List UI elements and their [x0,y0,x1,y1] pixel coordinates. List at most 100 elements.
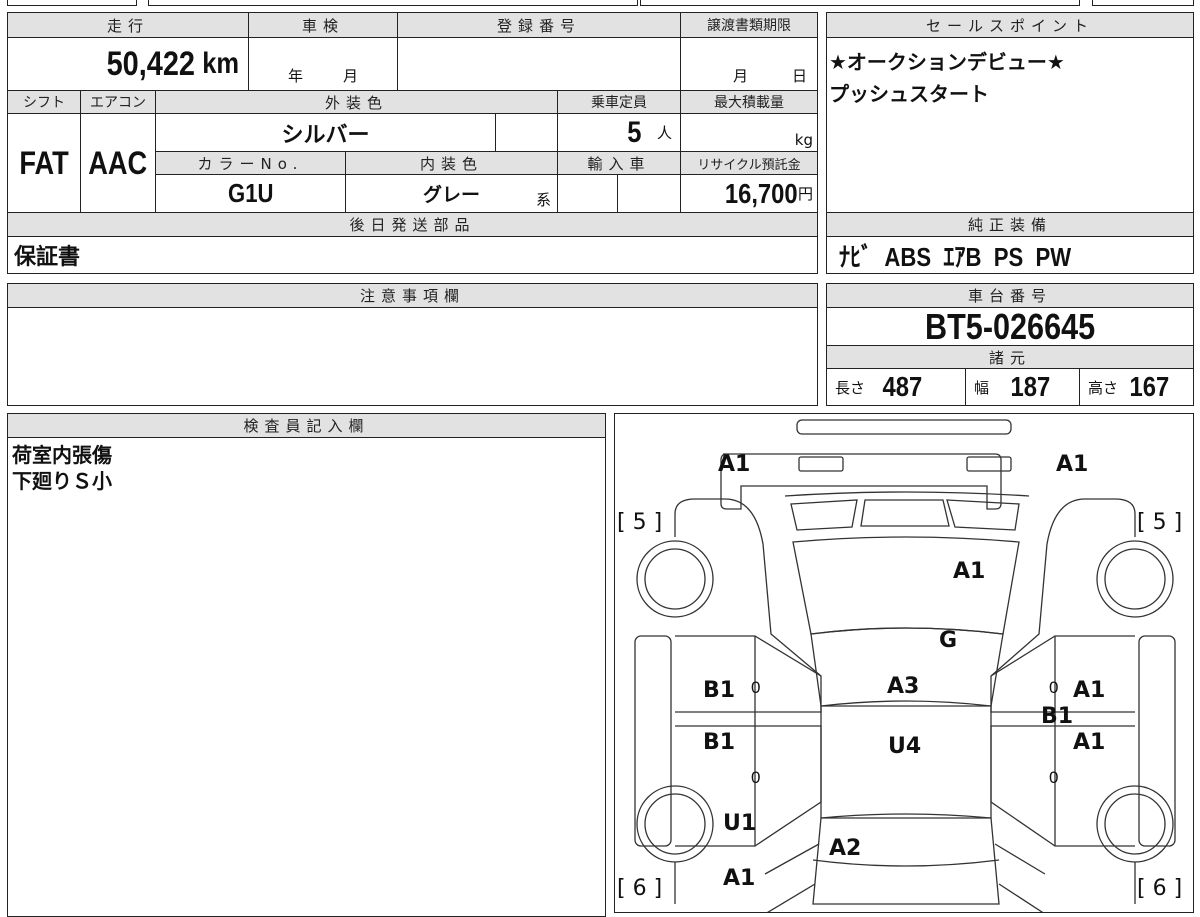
inspector-note: 荷室内張傷 [12,443,112,467]
height-label: 高さ [1088,378,1119,397]
recycle-fee-value: 16,700 円 [680,174,818,213]
registration-header: 登録番号 [397,12,681,38]
sales-point-line: プッシュスタート [829,82,989,106]
sales-point-line: ★オークションデビュー★ [829,50,1065,74]
registration-value [397,37,681,91]
damage-mark: G [939,628,958,653]
damage-mark: A1 [953,559,986,584]
damage-mark: A1 [1073,678,1106,703]
equipment-value: ﾅﾋﾞ ABS ｴｱB PS PW [826,236,1194,274]
seats-number: 5 [627,115,642,149]
chassis-number-text: BT5-026645 [924,307,1096,346]
interior-suffix: 系 [535,191,551,209]
damage-mark: B1 [703,730,736,755]
length-cell: 長さ 487 [826,368,966,406]
interior-color-value: グレー 系 [345,174,558,213]
load-unit: kg [794,131,813,149]
month-label: 月 [343,67,359,85]
mileage-unit: km [201,47,239,80]
inspector-header: 検査員記入欄 [7,413,606,438]
equipment-text: ﾅﾋﾞ ABS ｴｱB PS PW [839,241,1072,272]
tire-depth-mark: [ 6 ] [617,876,663,901]
car-outline-icon [634,419,1176,912]
exterior-color-extra [495,113,558,152]
damage-mark: 0 [1049,678,1059,697]
ac-value: AAC [80,113,156,213]
exterior-color-text: シルバー [281,122,370,148]
length-label: 長さ [835,378,866,397]
damage-mark: A1 [1073,730,1106,755]
damage-mark: 0 [751,678,761,697]
damage-mark: B1 [1041,704,1074,729]
month-label: 月 [732,67,748,85]
width-label: 幅 [974,378,990,397]
year-label: 年 [287,67,303,85]
shift-value: FAT [7,113,81,213]
length-value: 487 [882,371,923,402]
top-partial-cell [7,0,137,6]
inspection-value: 年月 [248,37,398,91]
color-no-header: カラーNo. [155,151,346,175]
recycle-fee-header: リサイクル預託金 [680,151,818,175]
tire-depth-mark: [ 5 ] [617,510,663,535]
tire-depth-mark: [ 5 ] [1137,510,1183,535]
interior-color-header: 内装色 [345,151,558,175]
day-label: 日 [791,67,807,85]
recycle-fee-number: 16,700 [725,177,798,209]
recycle-unit: 円 [797,185,813,203]
damage-mark: A1 [1056,452,1089,477]
damage-mark: A1 [723,866,756,891]
exterior-color-value: シルバー [155,113,496,152]
seats-header: 乗車定員 [557,90,681,114]
seats-value: 5人 [557,113,681,152]
top-partial-cell [640,0,1080,6]
transfer-deadline-value: 月日 [680,37,818,91]
color-no-text: G1U [227,178,274,208]
import-value-b [617,174,681,213]
top-partial-cell [148,0,638,6]
height-value: 167 [1129,371,1170,402]
damage-diagram: A1 A1 [ 5 ] [ 5 ] A1 G B1 0 A3 0 A1 B1 B… [614,413,1194,913]
damage-mark: 0 [751,768,761,787]
damage-mark: A3 [887,674,920,699]
inspection-header: 車検 [248,12,398,38]
damage-mark: U4 [888,734,922,759]
mileage-value: 50,422 km [7,37,249,91]
damage-mark: B1 [703,678,736,703]
later-parts-value: 保証書 [7,236,818,274]
notes-body [7,307,818,406]
shift-header: シフト [7,90,81,114]
equipment-header: 純正装備 [826,212,1194,237]
transfer-deadline-header: 譲渡書類期限 [680,12,818,38]
damage-mark: U1 [723,811,757,836]
sales-point-header: セールスポイント [826,12,1194,38]
interior-color-text: グレー [422,184,480,206]
height-cell: 高さ 167 [1079,368,1194,406]
chassis-number-value: BT5-026645 [826,307,1194,346]
damage-mark: 0 [1049,768,1059,787]
later-parts-text: 保証書 [14,245,81,270]
width-value: 187 [1010,371,1051,402]
ac-text: AAC [88,144,148,181]
notes-header: 注意事項欄 [7,283,818,308]
specs-header: 諸元 [826,345,1194,369]
tire-depth-mark: [ 6 ] [1137,876,1183,901]
chassis-number-header: 車台番号 [826,283,1194,308]
import-header: 輸入車 [557,151,681,175]
inspector-body: 荷室内張傷 下廻りＳ小 [7,437,606,917]
seats-unit: 人 [656,124,672,142]
top-partial-cell [1092,0,1194,6]
import-value-a [557,174,618,213]
shift-text: FAT [19,144,69,181]
damage-mark: A1 [718,452,751,477]
sales-point-body: ★オークションデビュー★ プッシュスタート [826,37,1194,213]
color-no-value: G1U [155,174,346,213]
width-cell: 幅 187 [965,368,1080,406]
max-load-header: 最大積載量 [680,90,818,114]
damage-mark: A2 [829,836,862,861]
mileage-number: 50,422 [106,44,195,83]
exterior-color-header: 外装色 [155,90,558,114]
mileage-header: 走行 [7,12,249,38]
inspector-note: 下廻りＳ小 [12,469,112,493]
max-load-value: kg [680,113,818,152]
